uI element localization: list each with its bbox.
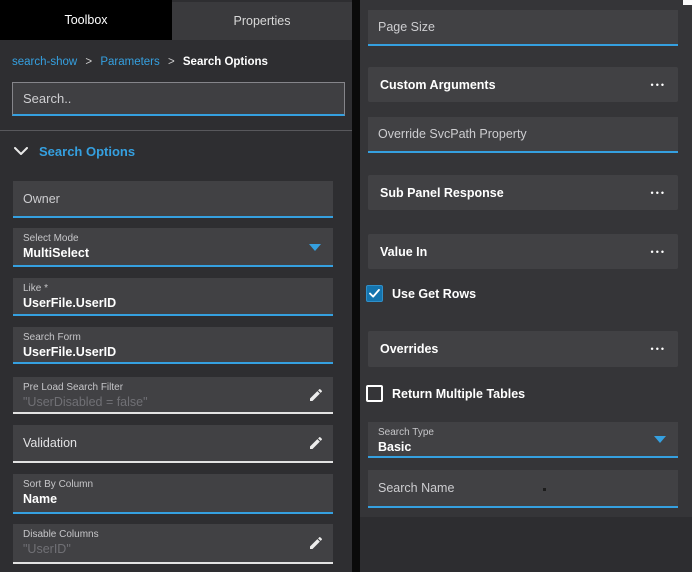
use-get-rows-checkbox[interactable] — [366, 285, 383, 302]
return-multiple-tables-checkbox[interactable] — [366, 385, 383, 402]
field-override-svcpath[interactable]: Override SvcPath Property — [368, 117, 678, 153]
breadcrumb-separator: > — [85, 56, 93, 68]
breadcrumb-current: Search Options — [182, 56, 268, 68]
field-search-form-value: UserFile.UserID — [23, 345, 117, 359]
panel-divider — [352, 0, 360, 572]
field-validation[interactable]: Validation — [13, 425, 333, 463]
field-like-value: UserFile.UserID — [23, 296, 117, 310]
breadcrumb-separator: > — [167, 56, 175, 68]
field-like-label: Like * — [23, 283, 49, 294]
top-right-notch — [683, 0, 692, 5]
ellipsis-button[interactable]: ••• — [651, 188, 666, 198]
field-sort-by-column-label: Sort By Column — [23, 479, 94, 490]
field-like[interactable]: Like * UserFile.UserID — [13, 278, 333, 316]
field-search-name[interactable]: Search Name — [368, 470, 678, 508]
checkbox-row-return-multiple-tables: Return Multiple Tables — [366, 385, 525, 402]
field-value-in-label: Value In — [380, 244, 428, 259]
ellipsis-button[interactable]: ••• — [651, 247, 666, 257]
checkmark-icon — [369, 289, 380, 298]
field-owner[interactable]: Owner — [13, 181, 333, 218]
field-select-mode-value: MultiSelect — [23, 246, 89, 260]
field-page-size[interactable]: Page Size — [368, 10, 678, 46]
tab-toolbox[interactable]: Toolbox — [0, 0, 172, 40]
field-page-size-label: Page Size — [378, 20, 435, 34]
field-sub-panel-response[interactable]: Sub Panel Response ••• — [368, 175, 678, 210]
horizontal-divider — [0, 130, 352, 131]
tab-properties[interactable]: Properties — [172, 2, 352, 40]
field-override-svcpath-label: Override SvcPath Property — [378, 127, 527, 141]
field-custom-arguments-label: Custom Arguments — [380, 77, 496, 92]
properties-panel-window: Toolbox Properties search-show > Paramet… — [0, 0, 692, 572]
use-get-rows-label: Use Get Rows — [392, 286, 477, 301]
field-overrides-label: Overrides — [380, 342, 439, 356]
field-value-in[interactable]: Value In ••• — [368, 234, 678, 269]
tab-toolbox-label: Toolbox — [64, 13, 108, 27]
tab-properties-label: Properties — [233, 14, 291, 28]
field-custom-arguments[interactable]: Custom Arguments ••• — [368, 67, 678, 102]
field-search-type-label: Search Type — [378, 427, 434, 438]
field-search-form[interactable]: Search Form UserFile.UserID — [13, 327, 333, 364]
field-search-type[interactable]: Search Type Basic — [368, 422, 678, 458]
field-validation-label: Validation — [23, 436, 77, 450]
field-sub-panel-response-label: Sub Panel Response — [380, 185, 504, 200]
edit-pencil-icon[interactable] — [308, 435, 324, 451]
ellipsis-button[interactable]: ••• — [651, 344, 666, 354]
field-pre-load-search-filter-label: Pre Load Search Filter — [23, 382, 124, 393]
field-pre-load-search-filter-value: "UserDisabled = false" — [23, 395, 148, 409]
field-pre-load-search-filter[interactable]: Pre Load Search Filter "UserDisabled = f… — [13, 377, 333, 414]
field-search-type-value: Basic — [378, 440, 412, 454]
section-title: Search Options — [39, 144, 136, 159]
field-sort-by-column[interactable]: Sort By Column Name — [13, 474, 333, 514]
field-search-form-label: Search Form — [23, 332, 81, 343]
cursor-dot — [543, 488, 546, 491]
breadcrumb-link-search-show[interactable]: search-show — [12, 56, 77, 68]
field-search-name-label: Search Name — [378, 481, 455, 495]
right-panel-bottom — [360, 517, 692, 572]
field-sort-by-column-value: Name — [23, 492, 58, 506]
search-input[interactable] — [13, 83, 344, 114]
field-overrides[interactable]: Overrides ••• — [368, 331, 678, 367]
field-disable-columns-value: "UserID" — [23, 542, 71, 556]
field-disable-columns[interactable]: Disable Columns "UserID" — [13, 524, 333, 564]
field-disable-columns-label: Disable Columns — [23, 529, 99, 540]
edit-pencil-icon[interactable] — [308, 387, 324, 403]
section-header-search-options[interactable]: Search Options — [14, 144, 135, 159]
breadcrumb: search-show > Parameters > Search Option… — [12, 56, 268, 68]
chevron-down-icon — [654, 436, 666, 443]
search-box — [12, 82, 345, 116]
checkbox-row-use-get-rows: Use Get Rows — [366, 285, 476, 302]
field-select-mode-label: Select Mode — [23, 233, 79, 244]
field-select-mode[interactable]: Select Mode MultiSelect — [13, 228, 333, 267]
chevron-down-icon — [309, 243, 321, 251]
breadcrumb-link-parameters[interactable]: Parameters — [100, 56, 159, 68]
ellipsis-button[interactable]: ••• — [651, 80, 666, 90]
chevron-down-icon — [14, 147, 28, 156]
field-owner-label: Owner — [23, 191, 60, 206]
edit-pencil-icon[interactable] — [308, 535, 324, 551]
return-multiple-tables-label: Return Multiple Tables — [392, 386, 526, 401]
